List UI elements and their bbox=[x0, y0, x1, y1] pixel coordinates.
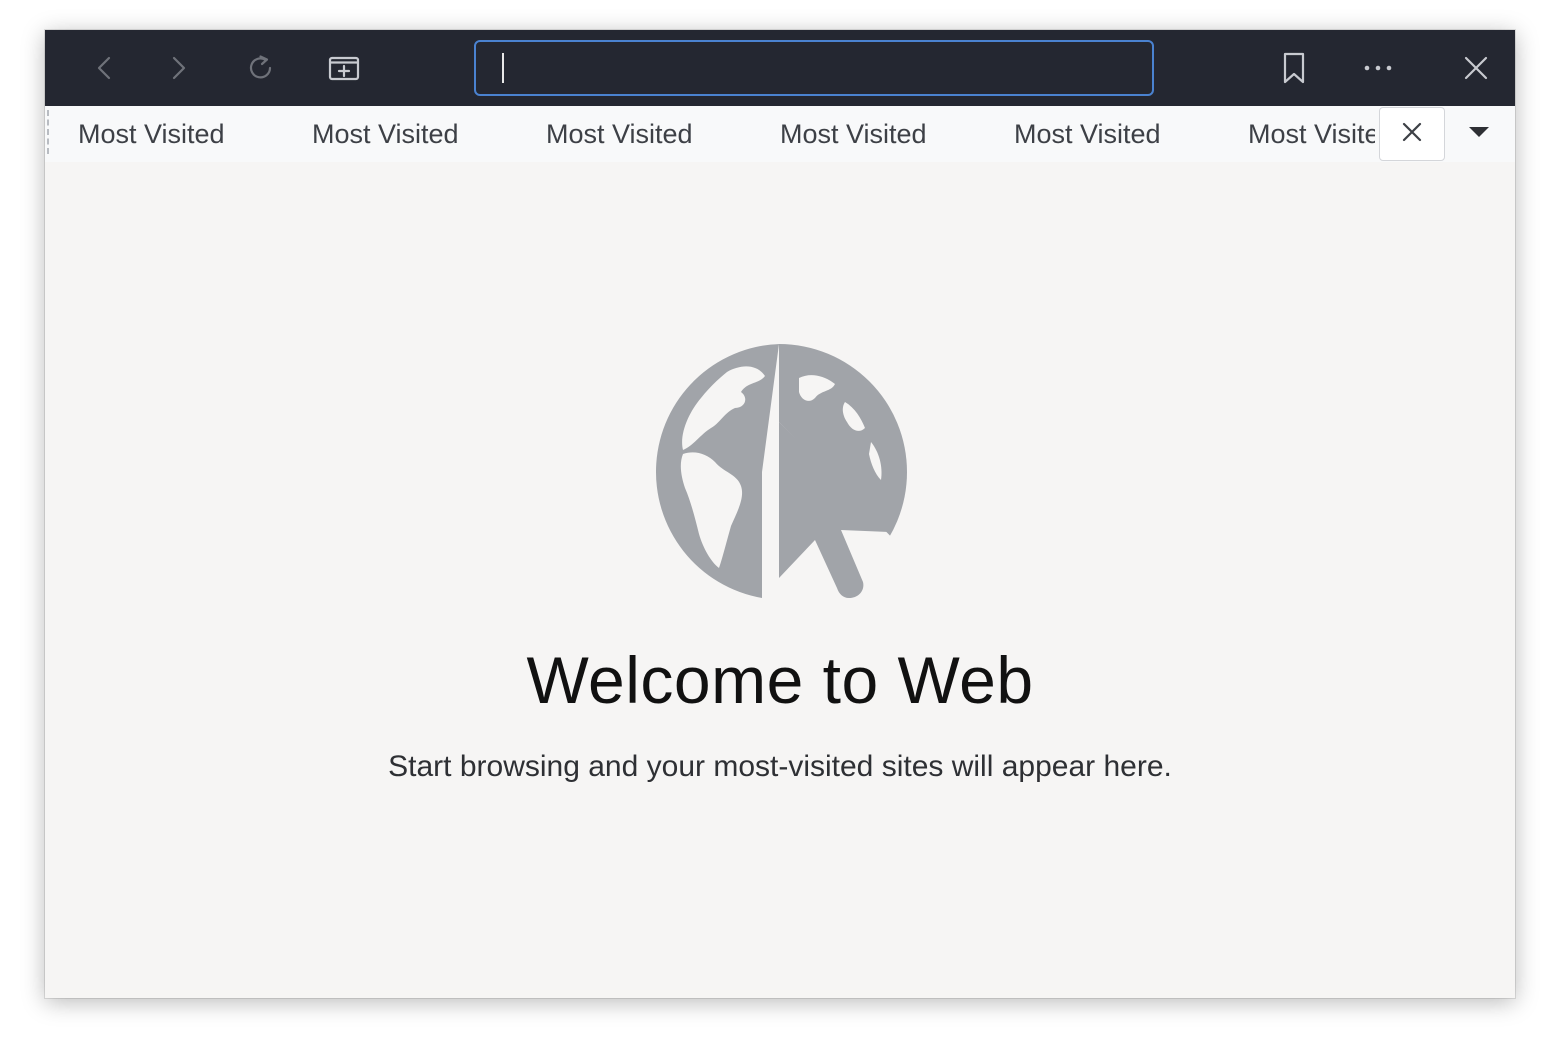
back-button[interactable] bbox=[81, 44, 129, 92]
menu-button[interactable] bbox=[1354, 44, 1402, 92]
new-tab-icon bbox=[328, 54, 360, 82]
bookmark-icon bbox=[1281, 51, 1307, 85]
caret-down-icon bbox=[1468, 125, 1490, 143]
reload-icon bbox=[246, 53, 276, 83]
bookmark-item-most-visited[interactable]: Most Visited bbox=[546, 106, 693, 162]
close-icon bbox=[1462, 54, 1490, 82]
bookmark-item-most-visited[interactable]: Most Visited bbox=[78, 106, 225, 162]
bookmark-item-most-visited[interactable]: Most Visited bbox=[1014, 106, 1161, 162]
bookmarks-overflow-button[interactable] bbox=[1457, 112, 1501, 156]
welcome-subtitle: Start browsing and your most-visited sit… bbox=[388, 750, 1172, 783]
bookmarks-bar-close-button[interactable] bbox=[1379, 107, 1445, 161]
chevron-left-icon bbox=[91, 54, 119, 82]
bookmark-item-most-visited[interactable]: Most Visited bbox=[780, 106, 927, 162]
new-tab-page: Welcome to Web Start browsing and your m… bbox=[45, 162, 1515, 998]
url-bar[interactable] bbox=[474, 40, 1154, 96]
url-input[interactable] bbox=[476, 42, 1152, 94]
bookmarks-list: Most Visited Most Visited Most Visited M… bbox=[45, 106, 1375, 162]
browser-window: Most Visited Most Visited Most Visited M… bbox=[45, 30, 1515, 998]
chevron-right-icon bbox=[164, 54, 192, 82]
forward-button[interactable] bbox=[154, 44, 202, 92]
bookmark-item-most-visited[interactable]: Most Visited bbox=[1248, 106, 1375, 162]
close-icon bbox=[1400, 120, 1424, 149]
bookmark-item-most-visited[interactable]: Most Visited bbox=[312, 106, 459, 162]
text-caret bbox=[502, 53, 504, 83]
bookmarks-bar: Most Visited Most Visited Most Visited M… bbox=[45, 106, 1515, 162]
globe-cursor-icon bbox=[649, 342, 909, 602]
header-bar bbox=[45, 30, 1515, 106]
more-horizontal-icon bbox=[1363, 63, 1393, 73]
reload-button[interactable] bbox=[237, 44, 285, 92]
welcome-title: Welcome to Web bbox=[526, 643, 1034, 717]
bookmark-button[interactable] bbox=[1270, 44, 1318, 92]
new-tab-button[interactable] bbox=[320, 44, 368, 92]
close-window-button[interactable] bbox=[1452, 44, 1500, 92]
